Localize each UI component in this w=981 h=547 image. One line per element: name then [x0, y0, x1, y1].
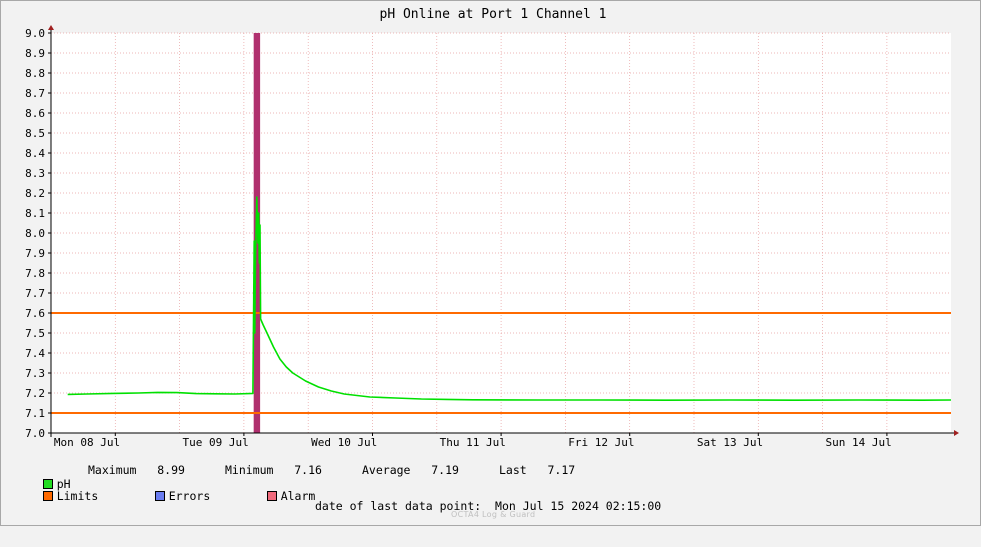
y-tick-label: 8.5 [25, 127, 45, 140]
y-tick-label: 8.4 [25, 147, 45, 160]
ph-chart: pH Online at Port 1 Channel 1 7.0 7.1 7.2 7… [25, 7, 959, 449]
x-tick-label: Wed 10 Jul [311, 436, 377, 449]
y-tick-label: 8.6 [25, 107, 45, 120]
y-tick-label: 7.0 [25, 427, 45, 440]
average-stat: Average 7.19 [362, 463, 459, 477]
x-tick-label: Mon 08 Jul [54, 436, 120, 449]
y-tick-label: 7.2 [25, 387, 45, 400]
last-stat: Last 7.17 [499, 463, 576, 477]
chart-title: pH Online at Port 1 Channel 1 [380, 7, 607, 22]
x-tick-label: Sun 14 Jul [825, 436, 891, 449]
errors-swatch [154, 491, 165, 501]
x-tick-label: Fri 12 Jul [568, 436, 634, 449]
y-tick-label: 8.3 [25, 167, 45, 180]
alarm-swatch [266, 491, 277, 501]
x-tick-label: Thu 11 Jul [440, 436, 506, 449]
x-axis-arrow [954, 430, 959, 436]
alarm-legend-label: Alarm [280, 489, 316, 503]
y-tick-label: 7.3 [25, 367, 45, 380]
average-value: 7.19 [431, 463, 459, 477]
last-value: 7.17 [547, 463, 576, 477]
y-tick-label: 9.0 [25, 27, 45, 40]
y-tick-label: 8.8 [25, 67, 45, 80]
y-tick-label: 8.1 [25, 207, 45, 220]
x-tick-label: Tue 09 Jul [182, 436, 248, 449]
y-tick-label: 8.9 [25, 47, 45, 60]
y-tick-label: 8.2 [25, 187, 45, 200]
y-tick-label: 8.0 [25, 227, 45, 240]
limits-swatch [42, 491, 53, 501]
y-tick-label: 7.4 [25, 347, 45, 360]
limits-legend-label: Limits [56, 489, 99, 503]
y-tick-label: 8.7 [25, 87, 45, 100]
y-tick-label: 7.6 [25, 307, 45, 320]
errors-legend-label: Errors [168, 489, 211, 503]
y-tick-label: 7.5 [25, 327, 45, 340]
x-tick-label: Sat 13 Jul [697, 436, 763, 449]
y-tick-label: 7.9 [25, 247, 45, 260]
y-tick-label: 7.7 [25, 287, 45, 300]
y-tick-label: 7.8 [25, 267, 45, 280]
legend-row-limits: Limits Errors Alarm [15, 475, 315, 531]
y-axis-arrow [48, 25, 54, 30]
y-tick-label: 7.1 [25, 407, 45, 420]
watermark: OCTA4 Log & Guard [451, 510, 536, 519]
